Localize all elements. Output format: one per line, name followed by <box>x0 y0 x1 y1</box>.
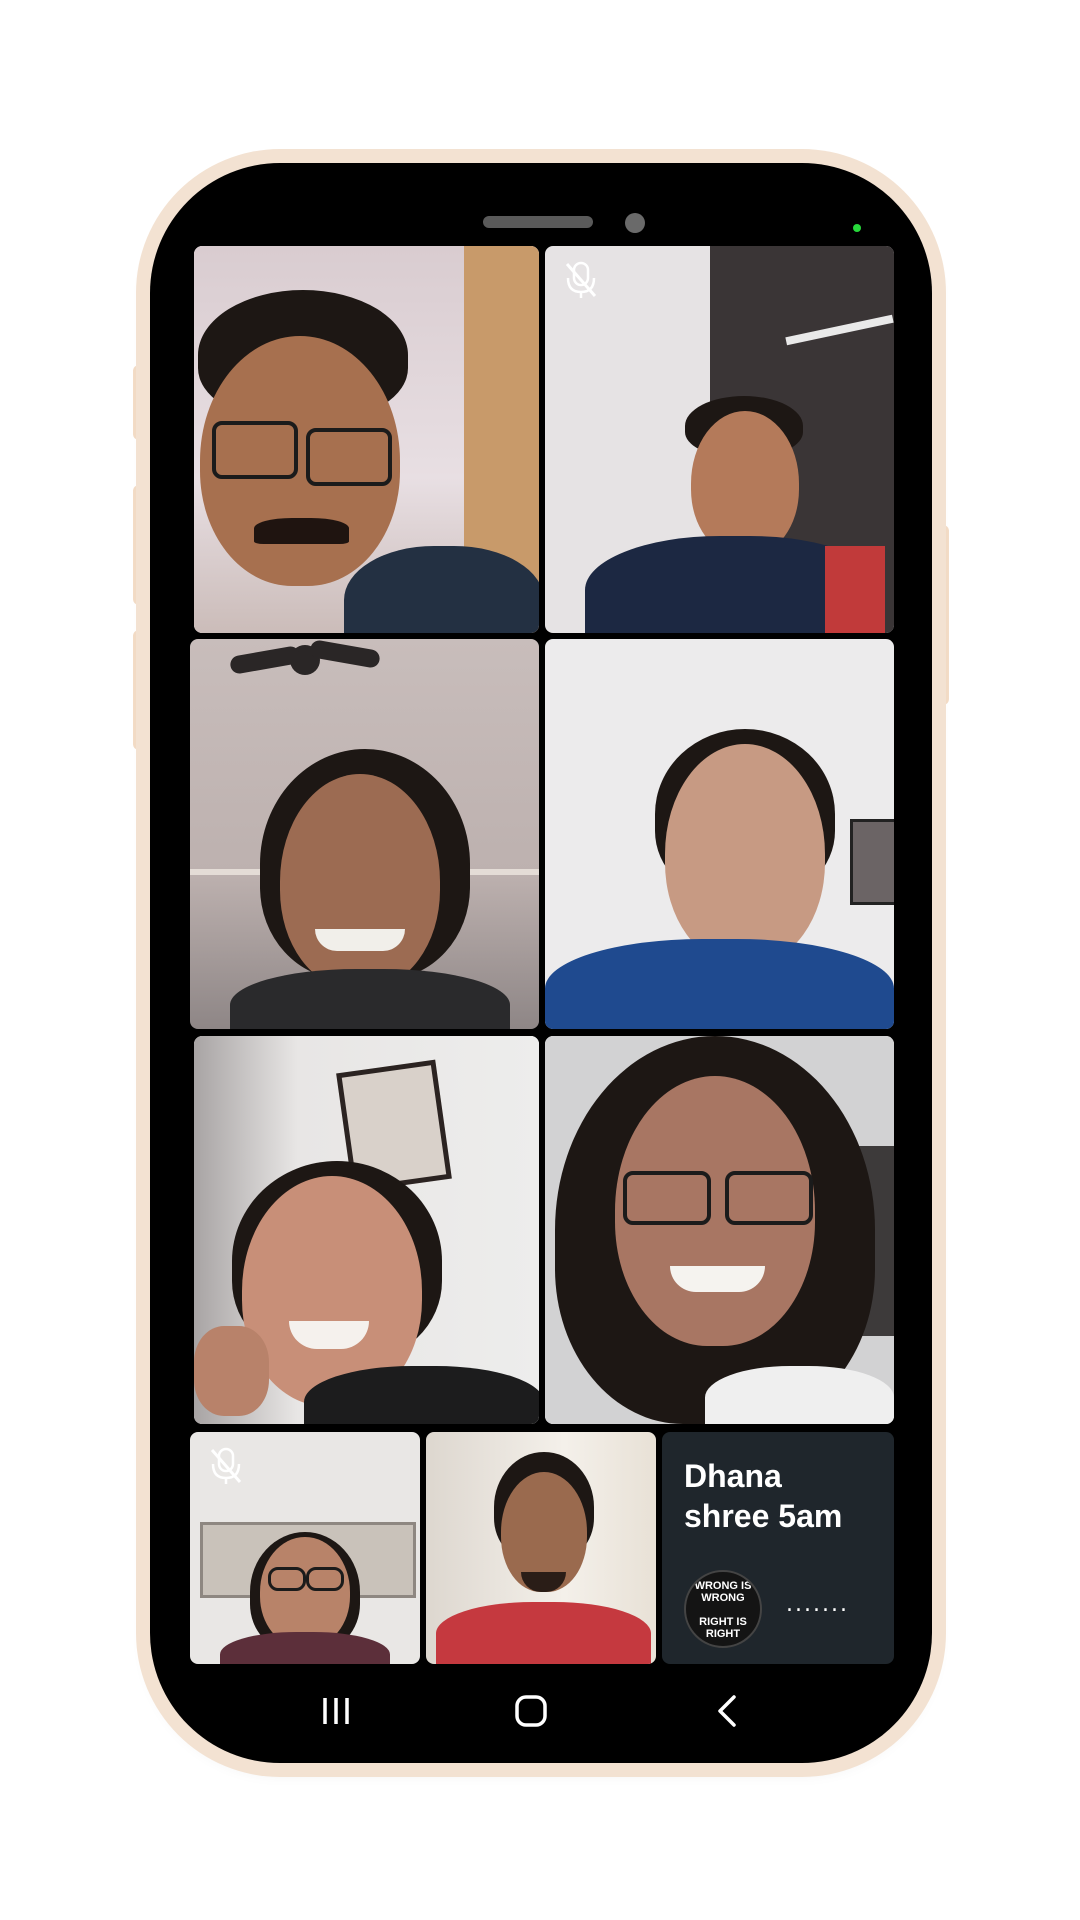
mic-off-icon <box>210 1447 242 1484</box>
home-icon[interactable] <box>501 1681 561 1741</box>
participant-tile-3[interactable] <box>190 639 539 1029</box>
participant-tile-2[interactable] <box>545 246 894 633</box>
back-icon[interactable] <box>698 1681 758 1741</box>
participant-tile-7[interactable] <box>190 1432 420 1664</box>
recents-icon[interactable] <box>306 1681 366 1741</box>
participant-tile-6[interactable] <box>545 1036 894 1424</box>
participant-tile-4[interactable] <box>545 639 894 1029</box>
participant-tile-8[interactable] <box>426 1432 656 1664</box>
notification-led <box>853 224 861 232</box>
front-camera <box>625 213 645 233</box>
power-button <box>929 525 949 705</box>
navigation-bar <box>190 1663 894 1753</box>
earpiece-speaker <box>483 216 593 228</box>
video-call-grid: Dhana shree 5am WRONG IS WRONG RIGHT IS … <box>190 243 894 1664</box>
connecting-indicator: ....... <box>786 1592 849 1617</box>
participant-tile-1[interactable] <box>194 246 539 633</box>
participant-tile-9[interactable]: Dhana shree 5am WRONG IS WRONG RIGHT IS … <box>662 1432 894 1664</box>
mic-off-icon <box>565 261 597 298</box>
participant-name: Dhana shree 5am <box>684 1458 843 1534</box>
participant-avatar: WRONG IS WRONG RIGHT IS RIGHT <box>684 1570 762 1648</box>
participant-tile-5[interactable] <box>194 1036 539 1424</box>
